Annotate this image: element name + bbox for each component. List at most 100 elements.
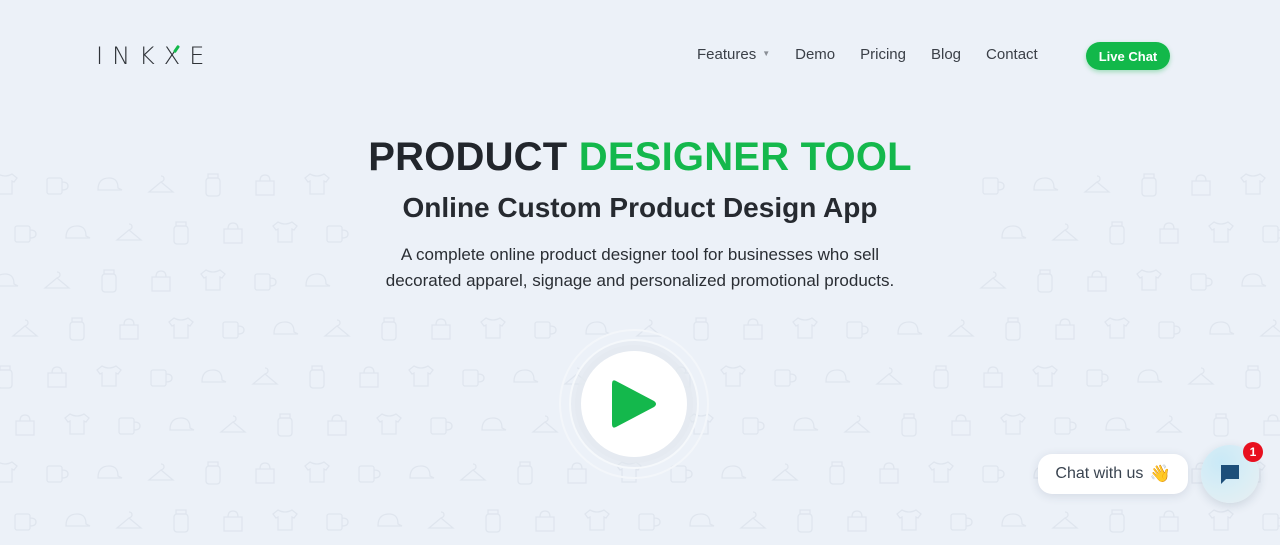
bottle-icon: [0, 365, 13, 389]
hanger-icon: [1259, 319, 1280, 337]
bag-icon: [15, 414, 35, 436]
cap-icon: [1137, 369, 1163, 383]
unread-badge: 1: [1243, 442, 1263, 462]
play-icon: [612, 380, 656, 428]
video-play-area: [559, 329, 709, 479]
cap-icon: [1001, 513, 1027, 527]
hanger-icon: [147, 463, 175, 481]
cap-icon: [409, 465, 435, 479]
mug-icon: [846, 321, 869, 339]
bag-icon: [1055, 318, 1075, 340]
bottle-icon: [205, 461, 221, 485]
mug-icon: [1158, 321, 1181, 339]
mug-icon: [46, 465, 69, 483]
bag-icon: [983, 366, 1003, 388]
mug-icon: [430, 417, 453, 435]
mug-icon: [950, 513, 973, 531]
tshirt-icon: [272, 509, 298, 531]
cap-icon: [481, 417, 507, 431]
tshirt-icon: [1104, 317, 1130, 339]
mug-icon: [14, 513, 37, 531]
hanger-icon: [1187, 367, 1215, 385]
tshirt-icon: [928, 461, 954, 483]
hanger-icon: [11, 319, 39, 337]
cap-icon: [169, 417, 195, 431]
mug-icon: [534, 321, 557, 339]
nav-features[interactable]: Features ▼: [697, 46, 770, 63]
cap-icon: [201, 369, 227, 383]
tshirt-icon: [1000, 413, 1026, 435]
tshirt-icon: [1208, 509, 1234, 531]
bottle-icon: [1005, 317, 1021, 341]
cap-icon: [65, 513, 91, 527]
inkxe-logo[interactable]: INKXE: [96, 42, 213, 70]
bag-icon: [359, 366, 379, 388]
tshirt-icon: [896, 509, 922, 531]
nav-demo[interactable]: Demo: [795, 46, 835, 63]
hanger-icon: [115, 511, 143, 529]
main-nav: Features ▼ Demo Pricing Blog Contact: [697, 46, 1063, 63]
bag-icon: [255, 462, 275, 484]
mug-icon: [1262, 513, 1280, 531]
play-video-button[interactable]: [581, 351, 687, 457]
nav-pricing[interactable]: Pricing: [860, 46, 906, 63]
cap-icon: [1209, 321, 1235, 335]
bottle-icon: [1245, 365, 1261, 389]
hanger-icon: [739, 511, 767, 529]
cap-icon: [721, 465, 747, 479]
hero-subtitle: Online Custom Product Design App: [402, 192, 878, 223]
live-chat-button[interactable]: Live Chat: [1086, 42, 1170, 70]
mug-icon: [150, 369, 173, 387]
chat-with-us-bubble[interactable]: Chat with us 👋: [1038, 454, 1188, 494]
hanger-icon: [1155, 415, 1183, 433]
bottle-icon: [381, 317, 397, 341]
nav-blog[interactable]: Blog: [931, 46, 961, 63]
chat-icon: [1221, 465, 1239, 484]
cap-icon: [513, 369, 539, 383]
hanger-icon: [459, 463, 487, 481]
mug-icon: [326, 513, 349, 531]
tshirt-icon: [96, 365, 122, 387]
tshirt-icon: [1032, 365, 1058, 387]
bottle-icon: [173, 509, 189, 533]
hanger-icon: [843, 415, 871, 433]
hanger-icon: [323, 319, 351, 337]
hanger-icon: [219, 415, 247, 433]
tshirt-icon: [304, 461, 330, 483]
mug-icon: [774, 369, 797, 387]
cap-icon: [377, 513, 403, 527]
mug-icon: [358, 465, 381, 483]
tshirt-icon: [792, 317, 818, 339]
cap-icon: [1105, 417, 1131, 431]
caret-down-icon: ▼: [762, 49, 771, 58]
cap-icon: [273, 321, 299, 335]
bag-icon: [951, 414, 971, 436]
cap-icon: [897, 321, 923, 335]
bottle-icon: [69, 317, 85, 341]
bottle-icon: [1213, 413, 1229, 437]
nav-contact[interactable]: Contact: [986, 46, 1038, 63]
hanger-icon: [531, 415, 559, 433]
bag-icon: [327, 414, 347, 436]
tshirt-icon: [64, 413, 90, 435]
tshirt-icon: [376, 413, 402, 435]
bottle-icon: [829, 461, 845, 485]
mug-icon: [222, 321, 245, 339]
hero-description: A complete online product designer tool …: [385, 245, 895, 290]
tshirt-icon: [584, 509, 610, 531]
mug-icon: [742, 417, 765, 435]
bottle-icon: [693, 317, 709, 341]
cap-icon: [689, 513, 715, 527]
tshirt-icon: [720, 365, 746, 387]
mug-icon: [638, 513, 661, 531]
tshirt-icon: [0, 461, 18, 483]
hero-title: PRODUCT DESIGNER TOOL: [368, 135, 912, 179]
cap-icon: [825, 369, 851, 383]
site-header: INKXE Features ▼ Demo Pricing Blog Conta…: [0, 0, 1280, 110]
bottle-icon: [1109, 509, 1125, 533]
cap-icon: [97, 465, 123, 479]
bag-icon: [535, 510, 555, 532]
hero-section: PRODUCT DESIGNER TOOL Online Custom Prod…: [0, 135, 1280, 294]
bag-icon: [119, 318, 139, 340]
bag-icon: [223, 510, 243, 532]
